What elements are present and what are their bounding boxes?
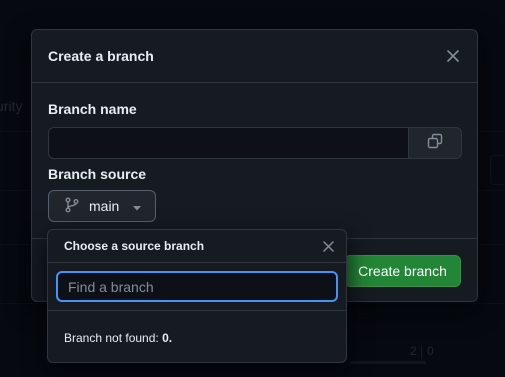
not-found-query: 0.	[162, 331, 173, 345]
branch-name-label: Branch name	[48, 101, 137, 117]
popover-filter	[48, 263, 346, 311]
popover-header: Choose a source branch	[48, 230, 346, 263]
branch-source-value: main	[89, 198, 120, 214]
dialog-title: Create a branch	[48, 48, 154, 64]
dialog-header: Create a branch	[32, 30, 477, 83]
branch-source-button[interactable]: main	[48, 190, 156, 222]
copy-button[interactable]	[408, 127, 462, 159]
create-branch-button[interactable]: Create branch	[344, 255, 461, 287]
close-icon[interactable]	[320, 238, 336, 254]
git-branch-icon	[65, 197, 79, 216]
triangle-down-icon	[133, 198, 141, 214]
branch-name-row	[48, 127, 462, 159]
not-found-text: Branch not found:	[64, 331, 159, 345]
popover-title: Choose a source branch	[64, 239, 205, 253]
copy-icon	[427, 133, 443, 154]
branch-search-input[interactable]	[56, 271, 338, 302]
branch-source-label: Branch source	[48, 166, 147, 182]
source-branch-popover: Choose a source branch Branch not found:…	[47, 229, 347, 363]
close-icon[interactable]	[445, 48, 461, 64]
branch-not-found-message: Branch not found: 0.	[48, 311, 346, 345]
dialog-body: Branch name Branch source main	[32, 83, 477, 222]
branch-name-input[interactable]	[48, 127, 408, 159]
